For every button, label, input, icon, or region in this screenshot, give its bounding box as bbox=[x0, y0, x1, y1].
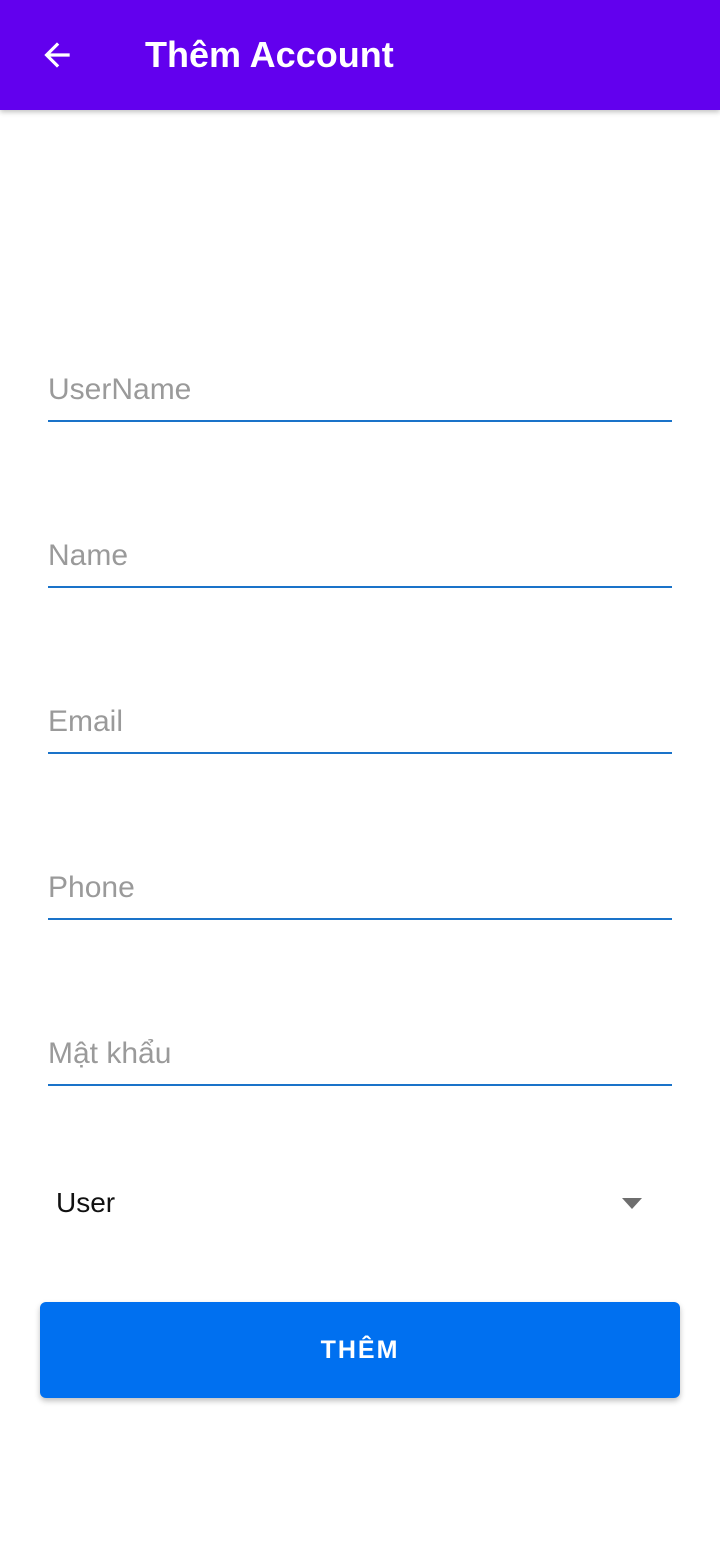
phone-input[interactable] bbox=[48, 866, 672, 910]
phone-field[interactable] bbox=[48, 858, 672, 920]
username-input[interactable] bbox=[48, 368, 672, 412]
name-input[interactable] bbox=[48, 534, 672, 578]
email-input[interactable] bbox=[48, 700, 672, 744]
back-button[interactable] bbox=[24, 22, 90, 88]
role-select-value: User bbox=[56, 1187, 116, 1218]
dropdown-arrow-icon bbox=[622, 1198, 642, 1209]
arrow-left-icon bbox=[44, 42, 70, 68]
password-input[interactable] bbox=[48, 1032, 672, 1076]
role-select[interactable]: User bbox=[40, 1168, 664, 1240]
app-bar: Thêm Account bbox=[0, 0, 720, 110]
email-field[interactable] bbox=[48, 692, 672, 754]
add-account-button[interactable]: THÊM bbox=[40, 1302, 680, 1398]
name-field[interactable] bbox=[48, 526, 672, 588]
page-title: Thêm Account bbox=[145, 34, 394, 75]
password-field[interactable] bbox=[48, 1024, 672, 1086]
username-field[interactable] bbox=[48, 360, 672, 422]
